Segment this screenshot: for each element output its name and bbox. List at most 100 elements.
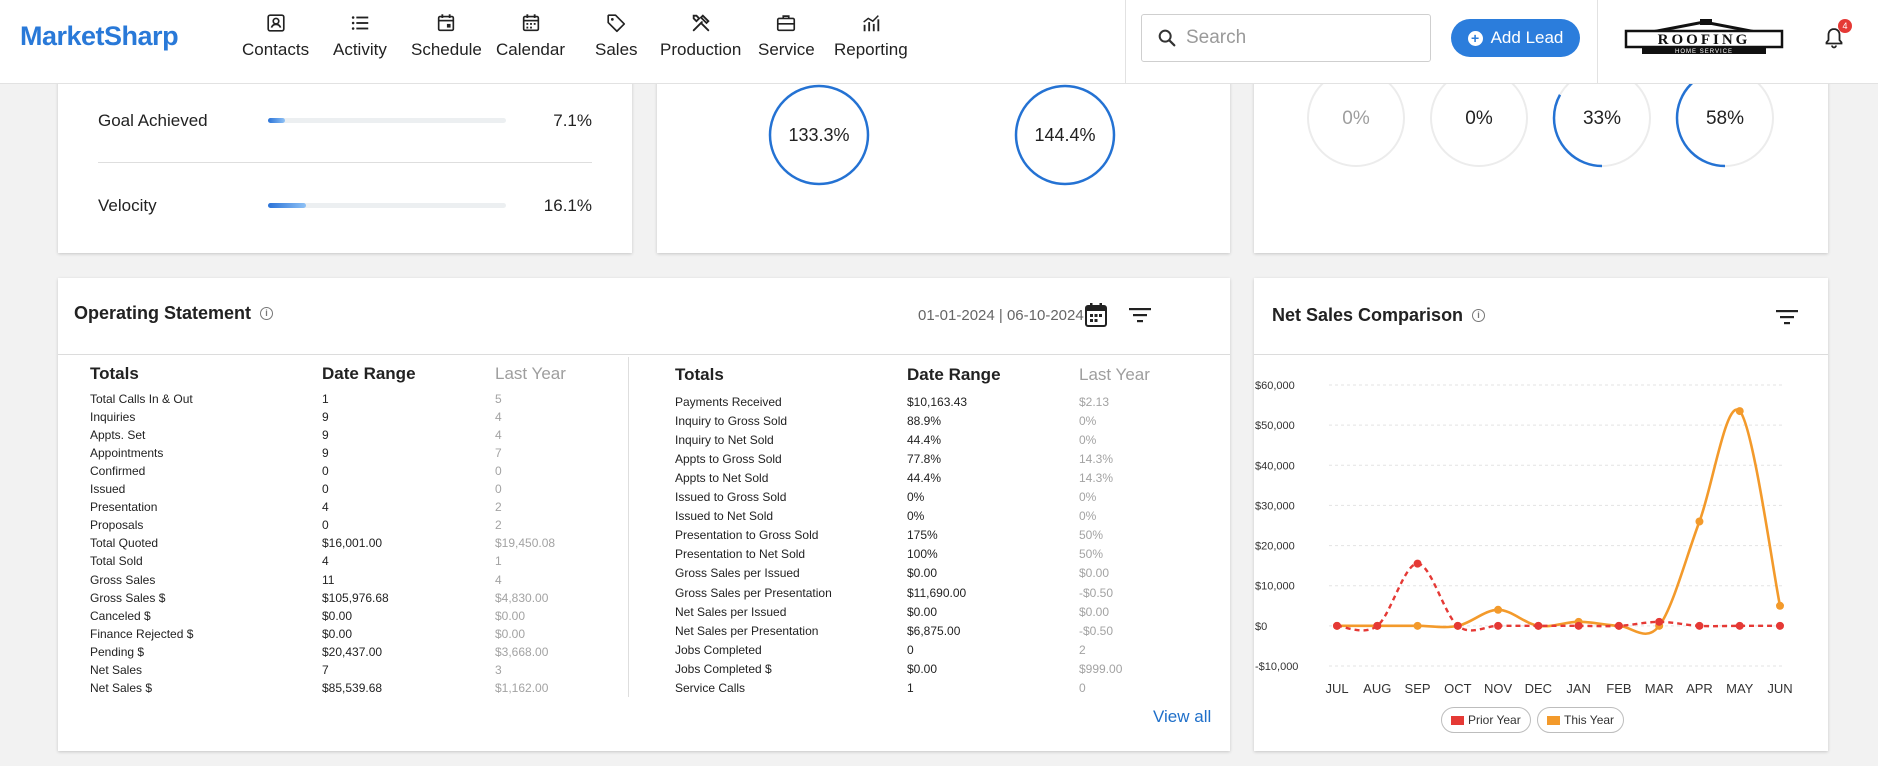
row-value: $6,875.00 <box>907 623 961 638</box>
column-header: Totals <box>90 364 139 383</box>
legend-this-year[interactable]: This Year <box>1537 707 1625 733</box>
row-last-year-value: $3,668.00 <box>495 644 549 659</box>
nav-calendar-label: Calendar <box>496 40 565 59</box>
net-sales-chart: -$10,000 $0 $10,000 $20,000 $30,000 $40,000 $5… <box>1255 380 1793 696</box>
net-sales-title: Net Sales Comparison i <box>1272 305 1486 326</box>
row-value: 0 <box>907 642 914 657</box>
row-value: 1 <box>907 680 914 695</box>
nav-contacts[interactable]: Contacts <box>242 12 309 72</box>
row-last-year-value: $0.00 <box>495 608 526 623</box>
data-point-prior-year <box>1333 621 1341 630</box>
row-last-year-value: $0.00 <box>1079 566 1110 581</box>
calendar-picker-icon[interactable] <box>1084 302 1108 328</box>
row-last-year-value: -$0.50 <box>1079 585 1114 600</box>
card-header-divider <box>58 354 1230 355</box>
add-lead-label: Add Lead <box>1490 28 1564 47</box>
data-point-prior-year <box>1373 621 1382 630</box>
y-tick-label: $0 <box>1255 621 1267 633</box>
x-tick-label: OCT <box>1444 681 1472 696</box>
row-label: Issued to Gross Sold <box>675 490 787 505</box>
info-icon[interactable]: i <box>1472 309 1486 322</box>
row-label: Proposals <box>90 518 144 533</box>
x-tick-label: MAR <box>1645 681 1674 696</box>
nav-reporting-label: Reporting <box>834 40 908 59</box>
view-all-link[interactable]: View all <box>1153 707 1211 727</box>
percent-ring-value: 0% <box>1342 108 1370 129</box>
plus-circle-icon: + <box>1467 30 1483 46</box>
row-label: Total Calls In & Out <box>90 392 193 406</box>
search-icon <box>1158 29 1176 47</box>
nav-production[interactable]: Production <box>660 12 741 72</box>
nav-sales[interactable]: Sales <box>595 12 638 72</box>
nav-reporting[interactable]: Reporting <box>834 12 908 72</box>
row-last-year-value: 50% <box>1079 547 1104 562</box>
series-line-prior-year <box>1336 562 1780 632</box>
marketsharp-logo[interactable]: MarketSharp <box>20 21 179 52</box>
data-point-this-year <box>1494 605 1503 614</box>
row-label: Net Sales <box>90 662 143 677</box>
table-divider <box>628 357 629 697</box>
row-last-year-value: 0% <box>1079 490 1097 505</box>
row-value: 1 <box>322 392 329 406</box>
filter-icon[interactable] <box>1128 306 1152 324</box>
row-value: 9 <box>322 428 329 443</box>
info-icon[interactable]: i <box>260 307 274 320</box>
search-input[interactable] <box>1186 27 1416 49</box>
y-tick-label: $10,000 <box>1255 581 1295 593</box>
row-label: Presentation to Gross Sold <box>675 528 819 543</box>
legend-swatch-prior <box>1451 715 1464 725</box>
nav-service-label: Service <box>758 40 815 59</box>
row-last-year-value: 0 <box>495 482 502 497</box>
row-last-year-value: $4,830.00 <box>495 590 549 605</box>
percent-ring-4: 58% <box>1675 68 1775 168</box>
data-point-prior-year <box>1574 621 1583 630</box>
column-header: Last Year <box>495 364 566 383</box>
row-value: 9 <box>322 446 329 461</box>
data-point-prior-year <box>1453 621 1462 630</box>
goal-achieved-bar <box>268 118 506 123</box>
notification-badge: 4 <box>1838 19 1852 33</box>
legend-prior-year[interactable]: Prior Year <box>1441 707 1531 733</box>
percent-ring-value: 33% <box>1583 108 1621 129</box>
filter-icon[interactable] <box>1775 308 1799 326</box>
search-box[interactable] <box>1141 14 1431 62</box>
row-label: Confirmed <box>90 464 146 479</box>
row-label: Appts. Set <box>90 428 146 443</box>
series-line-this-year <box>1337 408 1782 635</box>
data-point-prior-year <box>1534 621 1543 630</box>
row-value: 175% <box>907 528 938 543</box>
tag-icon <box>607 14 626 33</box>
ring-1: 133.3% <box>768 84 870 186</box>
row-value: 11 <box>322 572 335 587</box>
velocity-bar <box>268 203 506 208</box>
percent-ring-1: 0% <box>1307 69 1405 167</box>
row-value: $0.00 <box>907 604 938 619</box>
percent-rings-card: 0% 0% 33% 58% <box>1254 68 1828 253</box>
nav-calendar[interactable]: Calendar <box>496 12 565 72</box>
row-value: 100% <box>907 547 938 562</box>
row-last-year-value: 0 <box>495 464 502 479</box>
nav-service[interactable]: Service <box>758 12 815 72</box>
row-last-year-value: $999.00 <box>1079 661 1123 676</box>
row-last-year-value: 0 <box>1079 680 1086 695</box>
row-last-year-value: 3 <box>495 662 502 677</box>
nav-schedule[interactable]: Schedule <box>411 12 482 72</box>
velocity-bar-fill <box>268 203 307 208</box>
percent-ring-value: 58% <box>1706 108 1744 129</box>
row-last-year-value: $19,450.08 <box>495 536 556 551</box>
y-tick-label: $40,000 <box>1255 460 1295 472</box>
row-label: Issued to Net Sold <box>675 509 774 524</box>
add-lead-button[interactable]: + Add Lead <box>1451 19 1580 57</box>
row-value: $20,437.00 <box>322 644 383 659</box>
row-last-year-value: 4 <box>495 410 502 425</box>
row-last-year-value: 1 <box>495 554 502 569</box>
nav-activity[interactable]: Activity <box>333 12 387 72</box>
row-value: 0 <box>322 518 329 533</box>
nav-schedule-label: Schedule <box>411 40 482 59</box>
row-last-year-value: 4 <box>495 572 502 587</box>
row-value: 0 <box>322 464 329 479</box>
data-point-prior-year <box>1695 621 1704 630</box>
divider <box>98 162 592 163</box>
goal-achieved-bar-fill <box>268 118 285 123</box>
list-icon <box>351 16 369 30</box>
